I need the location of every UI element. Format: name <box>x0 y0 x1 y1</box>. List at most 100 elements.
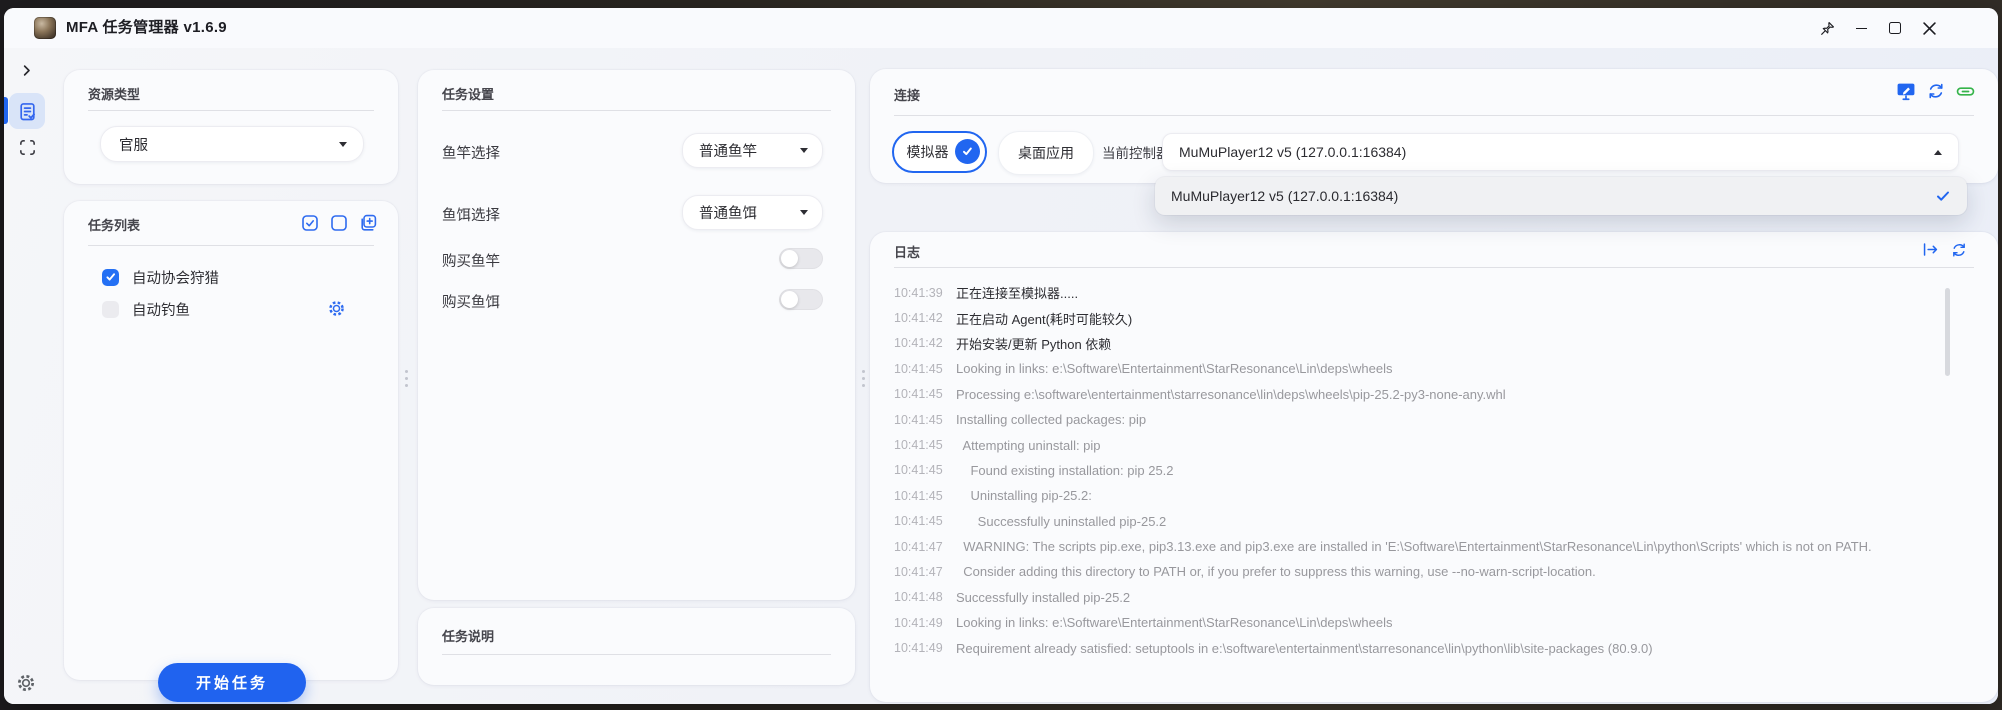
log-time: 10:41:45 <box>894 463 942 477</box>
start-task-button[interactable]: 开始任务 <box>158 663 306 702</box>
maximize-button[interactable] <box>1878 8 1912 48</box>
divider <box>442 110 831 111</box>
deselect-all-button[interactable] <box>329 213 349 233</box>
resource-type-card: 资源类型 官服 <box>64 70 398 184</box>
task-row: 自动钓鱼 <box>64 293 398 325</box>
sidebar-item-tasks[interactable] <box>9 93 45 129</box>
connection-link-icon[interactable] <box>1955 81 1976 102</box>
log-time: 10:41:39 <box>894 286 942 300</box>
task-description-card: 任务说明 <box>418 608 855 685</box>
toggle-knob <box>781 250 798 267</box>
controller-value: MuMuPlayer12 v5 (127.0.0.1:16384) <box>1163 144 1934 160</box>
sidebar-expand-button[interactable] <box>16 60 36 80</box>
selected-check-badge-icon <box>955 139 980 164</box>
task-checkbox[interactable] <box>102 301 119 318</box>
bait-select-value: 普通鱼饵 <box>683 202 800 223</box>
task-settings-card: 任务设置 鱼竿选择 普通鱼竿 鱼饵选择 普通鱼饵 购买鱼竿 购买鱼饵 <box>418 70 855 600</box>
buy-bait-label: 购买鱼饵 <box>442 291 500 312</box>
pin-icon <box>1819 20 1836 37</box>
log-row: 10:41:45 Attempting uninstall: pip <box>894 432 1944 457</box>
pin-button[interactable] <box>1810 8 1844 48</box>
log-row: 10:41:45 Successfully uninstalled pip-25… <box>894 509 1944 534</box>
log-message: Processing e:\software\entertainment\sta… <box>956 387 1506 402</box>
tab-emulator-label: 模拟器 <box>907 142 949 162</box>
log-time: 10:41:45 <box>894 387 942 401</box>
log-row: 10:41:42 开始安装/更新 Python 依赖 <box>894 331 1944 356</box>
chevron-up-icon <box>1934 150 1942 155</box>
export-log-button[interactable] <box>1921 240 1940 259</box>
window-title: MFA 任务管理器 v1.6.9 <box>66 8 227 48</box>
log-card: 日志 10:41:39 正在连接至模拟器..... 10:41:42 正在启动 … <box>870 232 1998 702</box>
minimize-button[interactable] <box>1844 8 1878 48</box>
resource-type-select[interactable]: 官服 <box>100 126 364 162</box>
task-checkbox[interactable] <box>102 269 119 286</box>
chevron-down-icon <box>800 210 808 215</box>
log-time: 10:41:45 <box>894 514 942 528</box>
task-settings-title: 任务设置 <box>442 84 494 103</box>
log-message: Installing collected packages: pip <box>956 412 1146 427</box>
edit-controller-button[interactable] <box>1895 80 1917 102</box>
bait-select[interactable]: 普通鱼饵 <box>682 195 823 230</box>
rod-select[interactable]: 普通鱼竿 <box>682 133 823 168</box>
log-message: 开始安装/更新 Python 依赖 <box>956 334 1111 353</box>
controller-label: 当前控制器 <box>1102 131 1170 173</box>
resource-type-title: 资源类型 <box>88 84 140 103</box>
settings-button[interactable] <box>15 672 37 694</box>
refresh-log-button[interactable] <box>1950 241 1968 259</box>
log-time: 10:41:47 <box>894 565 942 579</box>
log-scrollbar[interactable] <box>1945 288 1950 376</box>
close-icon <box>1923 22 1936 35</box>
divider <box>88 245 374 246</box>
log-row: 10:41:45 Installing collected packages: … <box>894 407 1944 432</box>
divider <box>442 654 831 655</box>
log-time: 10:41:42 <box>894 336 942 350</box>
controller-dropdown-item[interactable]: MuMuPlayer12 v5 (127.0.0.1:16384) <box>1155 177 1967 215</box>
log-row: 10:41:42 正在启动 Agent(耗时可能较久) <box>894 305 1944 330</box>
refresh-controllers-button[interactable] <box>1926 81 1946 101</box>
gear-icon <box>16 673 36 693</box>
chevron-right-icon <box>19 63 34 78</box>
log-row: 10:41:49 Looking in links: e:\Software\E… <box>894 610 1944 635</box>
log-time: 10:41:47 <box>894 540 942 554</box>
sidebar-item-screenshot[interactable] <box>16 136 38 158</box>
log-time: 10:41:45 <box>894 489 942 503</box>
log-message: Uninstalling pip-25.2: <box>956 488 1092 503</box>
buy-rod-toggle[interactable] <box>779 248 823 269</box>
select-all-button[interactable] <box>300 213 320 233</box>
controller-select[interactable]: MuMuPlayer12 v5 (127.0.0.1:16384) <box>1162 133 1959 171</box>
log-message: Attempting uninstall: pip <box>956 438 1101 453</box>
close-button[interactable] <box>1912 8 1946 48</box>
log-message: Looking in links: e:\Software\Entertainm… <box>956 361 1392 376</box>
task-settings-button[interactable] <box>327 299 346 318</box>
task-list-title: 任务列表 <box>88 215 140 234</box>
panel-resize-handle[interactable] <box>861 370 865 387</box>
log-row: 10:41:48 Successfully installed pip-25.2 <box>894 585 1944 610</box>
log-time: 10:41:45 <box>894 438 942 452</box>
buy-bait-toggle[interactable] <box>779 289 823 310</box>
chevron-down-icon <box>339 142 347 147</box>
log-list: 10:41:39 正在连接至模拟器..... 10:41:42 正在启动 Age… <box>894 280 1944 694</box>
maximize-icon <box>1889 22 1901 34</box>
add-task-button[interactable] <box>358 213 378 233</box>
bait-select-label: 鱼饵选择 <box>442 204 500 225</box>
titlebar: MFA 任务管理器 v1.6.9 <box>4 8 1998 48</box>
log-actions <box>1921 240 1968 259</box>
log-message: Successfully installed pip-25.2 <box>956 590 1130 605</box>
sidebar-rail <box>4 48 56 704</box>
controller-dropdown-popup: MuMuPlayer12 v5 (127.0.0.1:16384) <box>1155 177 1967 215</box>
connection-card: 连接 模拟器 桌面应用 <box>870 69 1998 183</box>
panel-resize-handle[interactable] <box>404 370 408 387</box>
log-row: 10:41:49 Requirement already satisfied: … <box>894 635 1944 660</box>
task-row: 自动协会狩猎 <box>64 261 398 293</box>
task-list-actions <box>300 213 378 233</box>
log-row: 10:41:45 Looking in links: e:\Software\E… <box>894 356 1944 381</box>
divider <box>894 115 1974 116</box>
log-time: 10:41:45 <box>894 413 942 427</box>
rod-select-value: 普通鱼竿 <box>683 140 800 161</box>
minimize-icon <box>1856 28 1867 29</box>
tab-emulator[interactable]: 模拟器 <box>892 131 987 173</box>
resource-type-value: 官服 <box>101 134 339 155</box>
main-area: 资源类型 官服 任务列表 <box>4 48 1998 704</box>
tab-desktop-app[interactable]: 桌面应用 <box>998 131 1094 175</box>
check-icon <box>1935 188 1951 204</box>
